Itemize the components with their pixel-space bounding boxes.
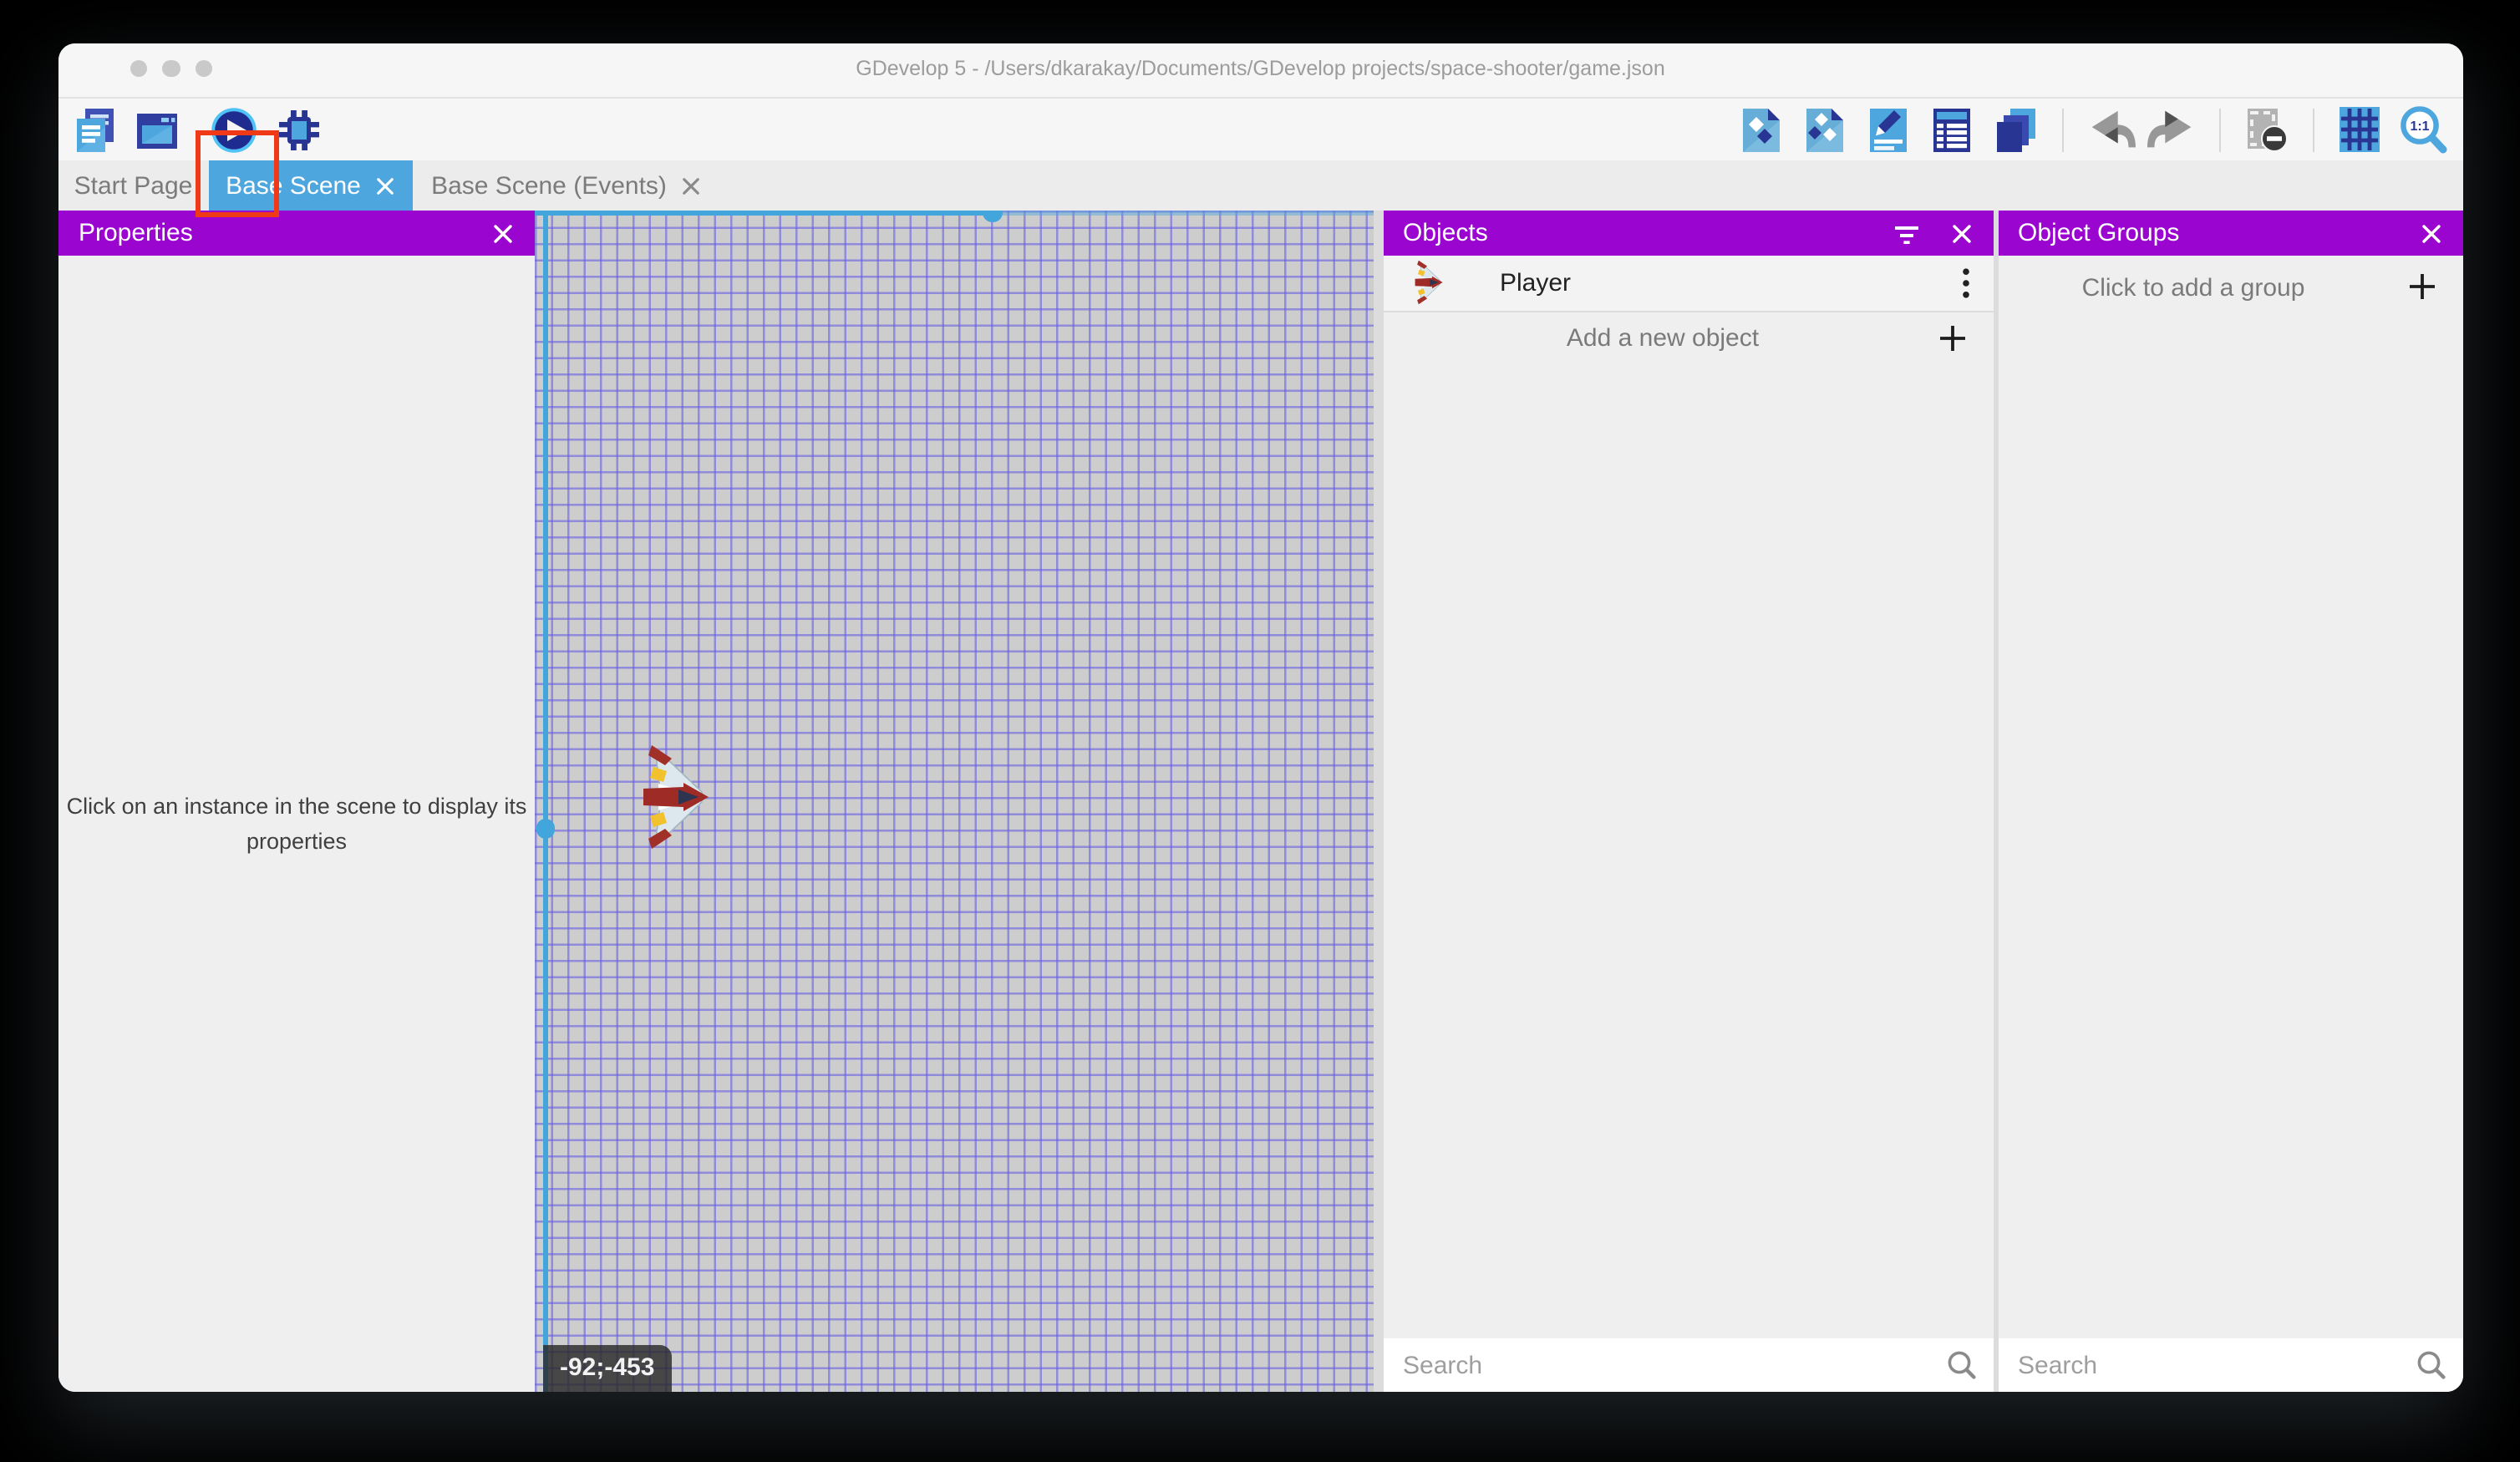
debug-button[interactable] [272,103,326,156]
gdevelop-window: GDevelop 5 - /Users/dkarakay/Documents/G… [58,43,2462,1391]
close-panel-button[interactable] [493,222,513,251]
open-layers-editor-button[interactable] [1989,104,2041,155]
objects-search-input[interactable] [1383,1351,1946,1379]
close-panel-button[interactable] [1951,222,1971,251]
scene-canvas[interactable]: -92;-453 [535,211,1373,1391]
panel-divider[interactable] [1373,211,1383,1391]
tab-label: Base Scene (Events) [431,171,667,200]
objects-search-bar [1383,1338,1993,1391]
tab-label: Base Scene [226,171,361,200]
objects-panel: Objects P [1383,211,1993,1391]
scene-window-icon [132,104,182,155]
close-tab-button[interactable] [376,176,394,195]
play-button[interactable] [207,103,261,156]
undo-icon [2083,104,2135,155]
redo-button[interactable] [2147,104,2198,155]
properties-icon [1863,104,1913,155]
plus-icon [2407,272,2436,309]
search-icon [2416,1350,2446,1380]
panel-title: Properties [79,219,193,247]
object-name: Player [1500,269,1571,297]
play-icon [209,104,259,155]
game-window-left-resize-handle[interactable] [536,819,555,838]
add-group-button[interactable]: Click to add a group [1998,256,2462,319]
toolbar-right-group: 1:1 [1735,103,2449,156]
layers-icon [1990,104,2040,155]
scene-editor-button[interactable] [130,103,184,156]
add-object-label: Add a new object [1567,325,1759,353]
main-area: Properties Click on an instance in the s… [58,211,2462,1391]
tab-bar: Start Page Base Scene Base Scene (Events… [58,160,2462,211]
game-window-top-resize-handle[interactable] [983,211,1002,221]
undo-button[interactable] [2083,104,2135,155]
object-groups-editor-icon [1800,104,1850,155]
screenshot-stage: GDevelop 5 - /Users/dkarakay/Documents/G… [0,0,2520,1462]
window-title: GDevelop 5 - /Users/dkarakay/Documents/G… [58,43,2462,96]
grid-icon [2335,104,2385,155]
object-groups-panel: Object Groups Click to add a group [1998,211,2462,1391]
titlebar: GDevelop 5 - /Users/dkarakay/Documents/G… [58,43,2462,98]
toggle-window-mask-button[interactable] [2240,104,2292,155]
add-new-object-button[interactable]: Add a new object [1383,312,1993,366]
game-window-top-border-faint [993,211,1373,216]
filter-icon [1893,226,1919,246]
tab-start-page[interactable]: Start Page [58,160,208,211]
project-manager-icon [70,104,120,155]
add-group-label: Click to add a group [2082,273,2305,302]
toolbar: 1:1 [58,98,2462,160]
object-list-item-player[interactable]: Player [1383,256,1993,312]
properties-panel: Properties Click on an instance in the s… [58,211,535,1391]
three-dot-menu-icon [1961,267,1969,299]
zoom-100-button[interactable]: 1:1 [2397,104,2449,155]
toggle-grid-button[interactable] [2334,104,2385,155]
open-objects-editor-button[interactable] [1735,104,1787,155]
object-groups-panel-header: Object Groups [1998,211,2462,256]
panel-title: Object Groups [2018,219,2179,247]
open-properties-panel-button[interactable] [1862,104,1914,155]
properties-hint-text: Click on an instance in the scene to dis… [61,789,532,859]
game-window-top-border [535,211,993,215]
project-manager-button[interactable] [69,103,122,156]
cursor-coordinates-badge: -92;-453 [543,1345,671,1391]
plus-icon [1938,323,1966,360]
zoom-1to1-icon: 1:1 [2398,104,2448,155]
search-icon [1946,1350,1976,1380]
filter-objects-button[interactable] [1893,224,1919,252]
tab-base-scene-events[interactable]: Base Scene (Events) [412,160,719,211]
toolbar-separator [2061,108,2063,151]
toolbar-separator [2312,108,2314,151]
open-instances-list-button[interactable] [1926,104,1978,155]
properties-panel-header: Properties [58,211,535,256]
tab-label: Start Page [74,171,193,200]
player-instance-sprite[interactable] [635,742,709,852]
close-tab-button[interactable] [682,176,700,195]
toolbar-separator [2218,108,2220,151]
instances-list-icon [1927,104,1977,155]
game-window-left-border [543,211,547,1391]
svg-text:1:1: 1:1 [2410,119,2429,133]
open-object-groups-editor-button[interactable] [1799,104,1851,155]
properties-empty-state: Click on an instance in the scene to dis… [58,256,535,1391]
object-options-menu-button[interactable] [1961,267,1969,307]
redo-icon [2147,104,2198,155]
window-mask-icon [2241,104,2291,155]
debug-icon [274,104,324,155]
groups-search-input[interactable] [1998,1351,2416,1379]
close-panel-button[interactable] [2421,222,2441,251]
player-object-thumbnail [1408,259,1445,306]
groups-search-bar [1998,1338,2462,1391]
tab-base-scene[interactable]: Base Scene [208,160,412,211]
panel-title: Objects [1403,219,1488,247]
objects-panel-header: Objects [1383,211,1993,256]
objects-editor-icon [1736,104,1786,155]
